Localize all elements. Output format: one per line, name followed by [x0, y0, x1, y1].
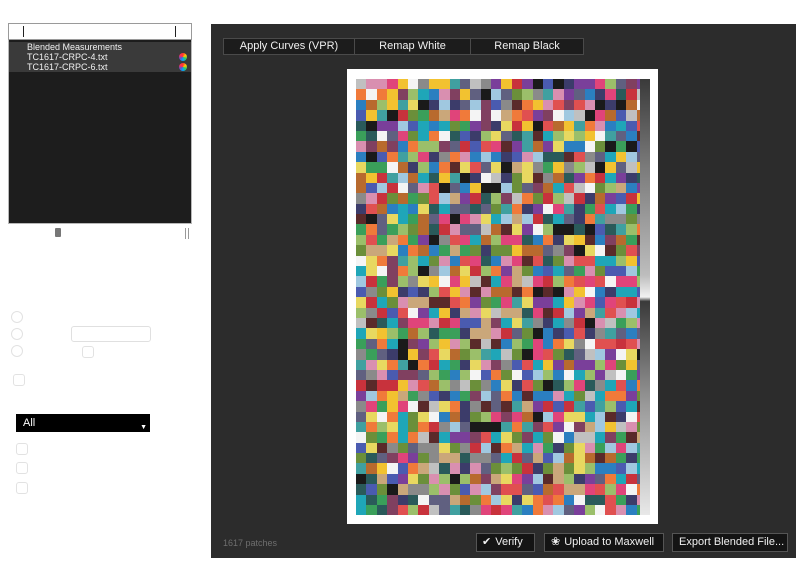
radio-option-1[interactable] [11, 311, 23, 323]
filter-checkbox-1[interactable] [16, 443, 28, 455]
color-wheel-icon [179, 53, 187, 61]
verify-button[interactable]: ✔ Verify [476, 533, 535, 552]
target-chart-preview [347, 69, 658, 524]
list-item-label: Blended Measurements [27, 42, 123, 52]
filter-checkbox-3[interactable] [16, 482, 28, 494]
fan-icon: ❀ [551, 536, 561, 548]
patch-count: 1617 patches [223, 538, 278, 548]
color-wheel-icon [179, 63, 187, 71]
remap-white-button[interactable]: Remap White [354, 38, 471, 55]
list-item-label: TC1617-CRPC-4.txt [27, 52, 108, 62]
export-label: Export Blended File... [679, 536, 785, 548]
color-patch-grid [356, 79, 647, 516]
list-search-field[interactable] [8, 23, 192, 40]
verify-label: Verify [495, 536, 523, 548]
resize-grip-handle[interactable] [185, 228, 189, 239]
search-right-divider [175, 26, 176, 37]
value-input[interactable] [71, 326, 151, 342]
filter-select[interactable]: All ▼ [16, 414, 150, 432]
upload-to-maxwell-button[interactable]: ❀ Upload to Maxwell [544, 533, 664, 552]
option-checkbox[interactable] [82, 346, 94, 358]
measurement-list[interactable]: Blended Measurements TC1617-CRPC-4.txt T… [8, 40, 192, 224]
list-item-crpc-6[interactable]: TC1617-CRPC-6.txt [9, 62, 191, 72]
upload-label: Upload to Maxwell [564, 536, 655, 548]
filter-selected-value: All [23, 417, 36, 429]
checkmark-icon: ✔ [482, 536, 492, 548]
gray-ramp-strip [640, 79, 650, 515]
search-left-divider [23, 26, 24, 37]
option-checkbox-2[interactable] [13, 374, 25, 386]
list-item-crpc-4[interactable]: TC1617-CRPC-4.txt [9, 52, 191, 62]
radio-option-3[interactable] [11, 345, 23, 357]
list-item-blended[interactable]: Blended Measurements [9, 42, 191, 52]
radio-option-2[interactable] [11, 328, 23, 340]
filter-checkbox-2[interactable] [16, 462, 28, 474]
remap-black-button[interactable]: Remap Black [470, 38, 584, 55]
chevron-down-icon: ▼ [140, 424, 147, 431]
apply-curves-button[interactable]: Apply Curves (VPR) [223, 38, 355, 55]
export-blended-file-button[interactable]: Export Blended File... [672, 533, 788, 552]
list-item-label: TC1617-CRPC-6.txt [27, 62, 108, 72]
split-grip-handle[interactable] [55, 228, 61, 237]
